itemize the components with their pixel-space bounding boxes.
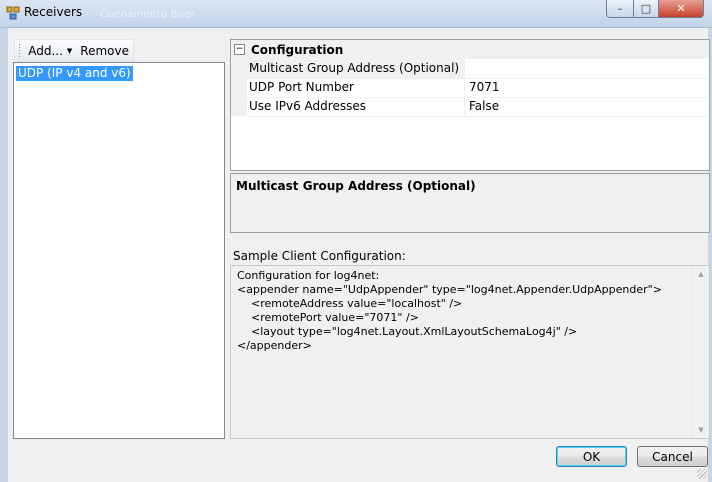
property-row-udp-port[interactable]: UDP Port Number 7071 <box>231 78 709 98</box>
category-label: Configuration <box>251 42 344 57</box>
sample-config-textbox[interactable]: Configuration for log4net: <appender nam… <box>230 265 710 439</box>
vertical-scrollbar[interactable]: ▲ ▼ <box>692 266 709 438</box>
title-bar[interactable]: Receivers Cuenamento Boer – □ ✕ <box>0 0 712 28</box>
window-title: Receivers <box>24 5 83 19</box>
minimize-button[interactable]: – <box>606 0 634 18</box>
row-margin <box>231 97 247 116</box>
remove-button[interactable]: Remove <box>76 44 133 58</box>
background-window-title: Cuenamento Boer <box>100 9 196 20</box>
property-value-input[interactable]: False <box>465 97 709 117</box>
toolbar-grip[interactable] <box>19 44 21 58</box>
ok-button[interactable]: OK <box>556 446 627 467</box>
property-name[interactable]: Multicast Group Address (Optional) <box>247 59 465 79</box>
property-value-input[interactable]: 7071 <box>465 78 709 98</box>
sample-config-text[interactable]: Configuration for log4net: <appender nam… <box>237 269 687 353</box>
resize-grip[interactable] <box>697 469 707 479</box>
property-value-input[interactable] <box>465 59 709 79</box>
add-dropdown-button[interactable]: Add... ▼ <box>24 44 76 58</box>
caption-buttons: – □ ✕ <box>606 0 704 18</box>
receivers-list[interactable]: UDP (IP v4 and v6) <box>13 62 225 439</box>
list-item-udp-receiver[interactable]: UDP (IP v4 and v6) <box>16 66 133 81</box>
receivers-app-icon <box>6 6 20 20</box>
add-button-label: Add... <box>28 44 63 58</box>
row-margin <box>231 59 247 78</box>
description-title: Multicast Group Address (Optional) <box>236 179 476 193</box>
cancel-button[interactable]: Cancel <box>637 446 708 467</box>
property-row-use-ipv6[interactable]: Use IPv6 Addresses False <box>231 97 709 117</box>
property-row-multicast[interactable]: Multicast Group Address (Optional) <box>231 59 709 79</box>
window-border-left <box>0 28 8 482</box>
scroll-down-arrow-icon[interactable]: ▼ <box>693 422 709 438</box>
collapse-toggle-icon[interactable]: − <box>234 44 245 55</box>
category-configuration[interactable]: − Configuration <box>231 40 709 59</box>
scroll-up-arrow-icon[interactable]: ▲ <box>693 266 709 282</box>
chevron-down-icon: ▼ <box>66 47 73 55</box>
property-description-pane: Multicast Group Address (Optional) <box>230 173 710 233</box>
property-name[interactable]: Use IPv6 Addresses <box>247 97 465 117</box>
property-name[interactable]: UDP Port Number <box>247 78 465 98</box>
receivers-toolbar: Add... ▼ Remove <box>14 39 134 62</box>
sample-config-label: Sample Client Configuration: <box>233 249 406 263</box>
close-button[interactable]: ✕ <box>659 0 704 18</box>
maximize-button[interactable]: □ <box>634 0 659 18</box>
row-margin <box>231 78 247 97</box>
property-grid[interactable]: − Configuration Multicast Group Address … <box>230 39 710 171</box>
